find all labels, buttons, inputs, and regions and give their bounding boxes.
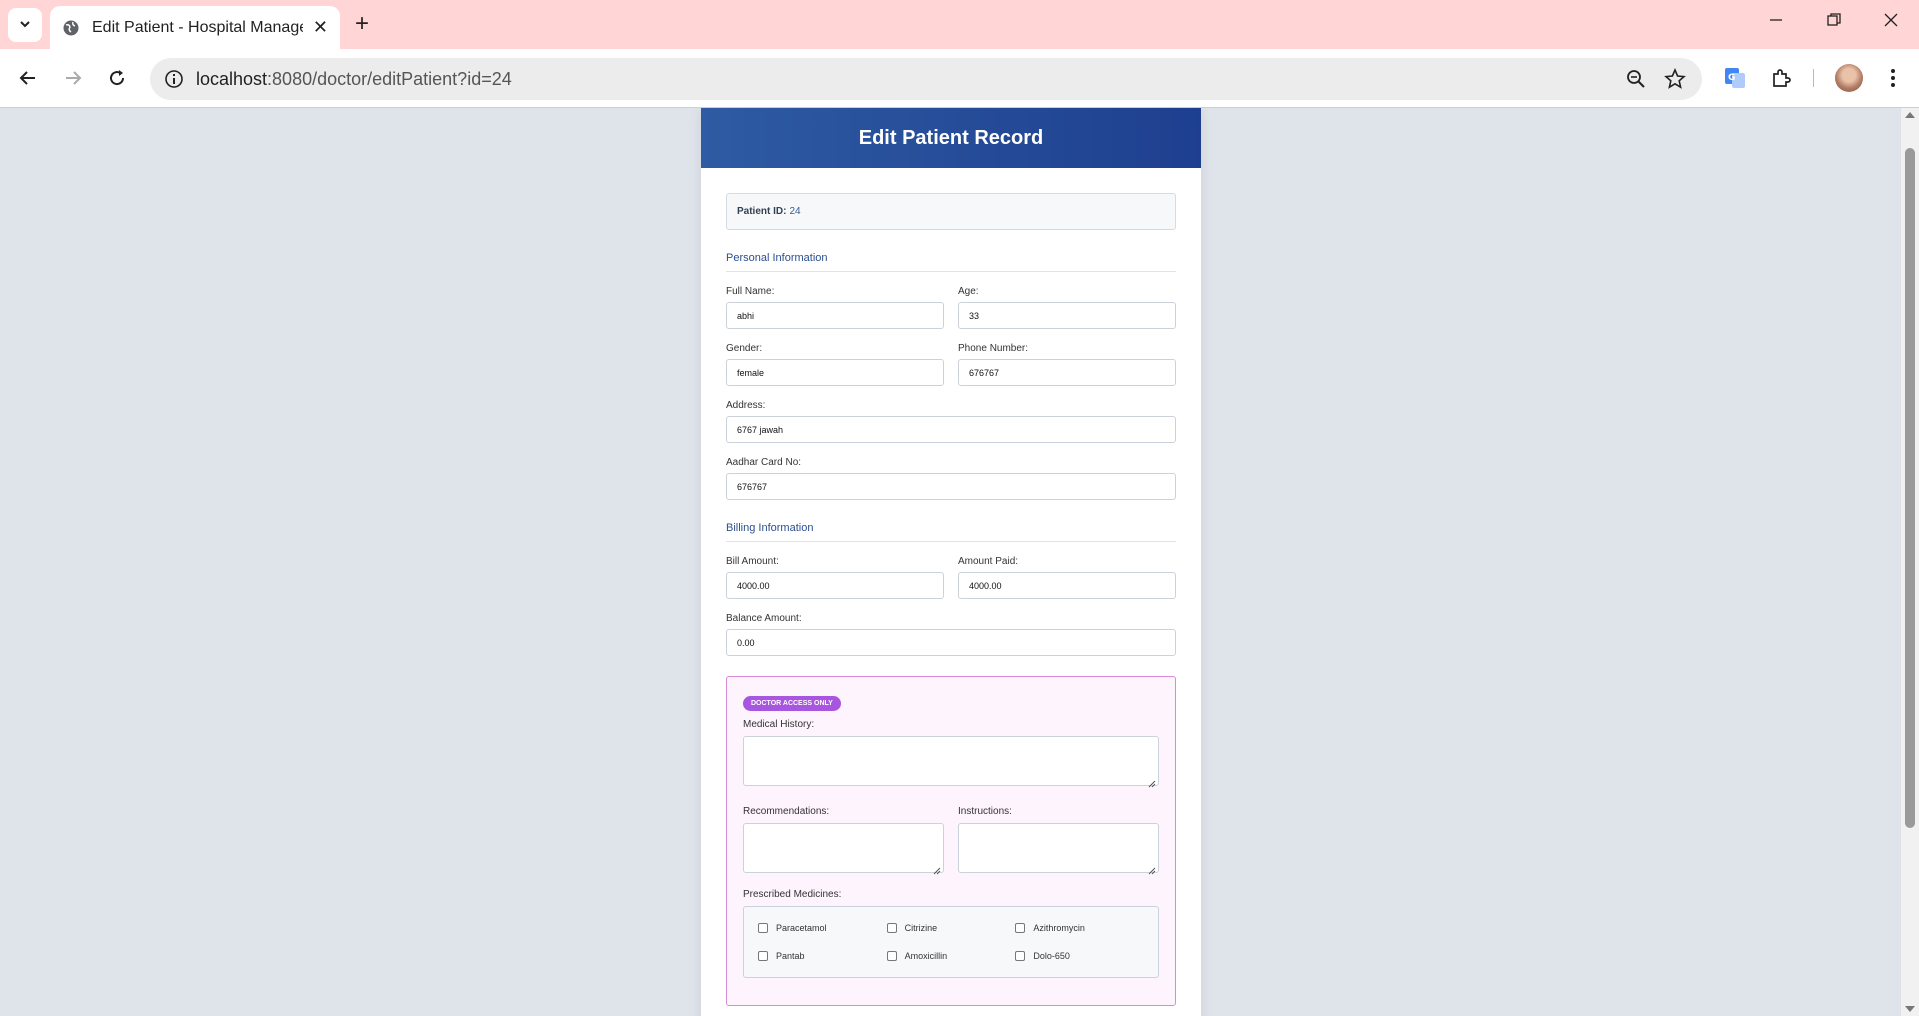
patient-id-label: Patient ID: xyxy=(737,206,787,217)
new-tab-icon[interactable]: + xyxy=(355,12,369,36)
instructions-label: Instructions: xyxy=(958,806,1012,817)
gender-label: Gender: xyxy=(726,343,763,354)
bill-amount-label: Bill Amount: xyxy=(726,556,779,567)
full-name-label: Full Name: xyxy=(726,286,775,297)
svg-text:G: G xyxy=(1728,73,1735,83)
patient-id-box: Patient ID: 24 xyxy=(726,193,1176,230)
browser-tab[interactable]: Edit Patient - Hospital Managem ✕ xyxy=(50,6,340,49)
tab-bar: Edit Patient - Hospital Managem ✕ + xyxy=(0,0,1919,49)
checkbox[interactable] xyxy=(758,951,768,961)
google-translate-icon[interactable]: G xyxy=(1722,65,1748,91)
profile-avatar[interactable] xyxy=(1835,64,1863,92)
checkbox[interactable] xyxy=(886,923,897,933)
gender-input[interactable]: female xyxy=(726,359,944,386)
medicine-option[interactable]: Amoxicillin xyxy=(886,947,1016,965)
medicine-option[interactable]: Azithromycin xyxy=(1015,919,1144,937)
resize-handle-icon[interactable] xyxy=(933,862,941,875)
site-info-icon[interactable] xyxy=(164,69,184,89)
bill-amount-input[interactable]: 4000.00 xyxy=(726,572,944,599)
edit-patient-card: Edit Patient Record Patient ID: 24 Perso… xyxy=(701,108,1201,1016)
phone-label: Phone Number: xyxy=(958,343,1029,354)
url-text: localhost:8080/doctor/editPatient?id=24 xyxy=(196,69,512,89)
reload-icon[interactable] xyxy=(105,66,129,90)
checkbox[interactable] xyxy=(1015,951,1026,961)
checkbox[interactable] xyxy=(886,951,897,961)
prescribed-medicines-label: Prescribed Medicines: xyxy=(743,889,842,900)
zoom-icon[interactable] xyxy=(1626,69,1646,89)
close-window-icon[interactable] xyxy=(1883,12,1899,33)
tab-search-button[interactable] xyxy=(8,8,42,42)
amount-paid-input[interactable]: 4000.00 xyxy=(958,572,1176,599)
address-bar[interactable]: localhost:8080/doctor/editPatient?id=24 xyxy=(150,58,1702,100)
patient-id-value: 24 xyxy=(789,206,801,217)
amount-paid-label: Amount Paid: xyxy=(958,556,1019,567)
aadhar-label: Aadhar Card No: xyxy=(726,457,802,468)
tab-title: Edit Patient - Hospital Managem xyxy=(92,18,303,36)
scroll-thumb[interactable] xyxy=(1905,148,1915,828)
resize-handle-icon[interactable] xyxy=(1148,775,1156,788)
full-name-input[interactable]: abhi xyxy=(726,302,944,329)
medicine-option[interactable]: Paracetamol xyxy=(758,919,887,937)
card-header: Edit Patient Record xyxy=(701,108,1201,168)
close-tab-icon[interactable]: ✕ xyxy=(313,17,328,38)
doctor-access-badge: DOCTOR ACCESS ONLY xyxy=(743,696,841,711)
address-label: Address: xyxy=(726,400,766,411)
aadhar-input[interactable]: 676767 xyxy=(726,473,1176,500)
billing-info-heading: Billing Information xyxy=(726,522,1176,542)
medical-history-textarea[interactable] xyxy=(743,736,1159,788)
medicine-option[interactable]: Dolo-650 xyxy=(1015,947,1144,965)
page-scrollbar[interactable] xyxy=(1901,108,1919,1016)
phone-input[interactable]: 676767 xyxy=(958,359,1176,386)
scroll-down-icon[interactable] xyxy=(1905,1006,1915,1012)
toolbar-divider xyxy=(1813,69,1814,87)
resize-handle-icon[interactable] xyxy=(1148,862,1156,875)
medicine-option[interactable]: Citrizine xyxy=(886,919,1016,937)
age-input[interactable]: 33 xyxy=(958,302,1176,329)
checkbox[interactable] xyxy=(1015,923,1026,933)
page-title: Edit Patient Record xyxy=(858,126,1044,149)
medical-history-label: Medical History: xyxy=(743,719,815,730)
bookmark-star-icon[interactable] xyxy=(1664,67,1686,90)
medicine-option[interactable]: Pantab xyxy=(758,947,887,965)
forward-arrow-icon[interactable] xyxy=(61,66,85,90)
balance-amount-label: Balance Amount: xyxy=(726,613,802,624)
scroll-up-icon[interactable] xyxy=(1905,112,1915,118)
instructions-textarea[interactable] xyxy=(958,823,1159,875)
chevron-down-icon xyxy=(18,17,32,34)
globe-icon xyxy=(62,19,80,37)
recommendations-label: Recommendations: xyxy=(743,806,830,817)
minimize-icon[interactable] xyxy=(1768,12,1784,33)
recommendations-textarea[interactable] xyxy=(743,823,944,875)
browser-toolbar: localhost:8080/doctor/editPatient?id=24 … xyxy=(0,49,1919,108)
page-viewport: Edit Patient Record Patient ID: 24 Perso… xyxy=(0,108,1900,1016)
back-arrow-icon[interactable] xyxy=(16,66,40,90)
restore-icon[interactable] xyxy=(1826,12,1842,33)
extensions-icon[interactable] xyxy=(1768,65,1794,91)
medicines-checklist: Paracetamol Citrizine Azithromycin Panta… xyxy=(743,906,1159,978)
checkbox[interactable] xyxy=(758,923,768,933)
personal-info-heading: Personal Information xyxy=(726,252,1176,272)
doctor-access-section: DOCTOR ACCESS ONLY Medical History: Reco… xyxy=(726,676,1176,1006)
age-label: Age: xyxy=(958,286,979,297)
balance-amount-input[interactable]: 0.00 xyxy=(726,629,1176,656)
address-input[interactable]: 6767 jawah xyxy=(726,416,1176,443)
more-menu-icon[interactable] xyxy=(1880,65,1906,91)
